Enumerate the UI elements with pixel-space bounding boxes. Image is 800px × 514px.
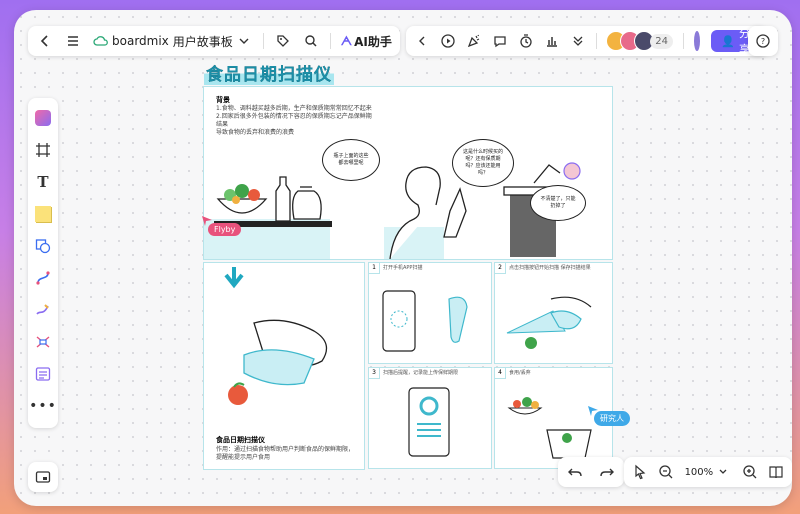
thought-bubble-text: 瓶子上面的这些都去哪里呢	[333, 153, 369, 166]
zoom-level[interactable]: 100%	[685, 467, 714, 478]
collaborator-cursor-tag: Flyby	[208, 223, 242, 236]
question-bubble: 这是什么时候买的呢？还有保质期吗？应该还能用吗？	[452, 139, 514, 187]
cloud-saved-icon	[92, 32, 110, 50]
app-window: boardmix 用户故事板 ᗅ AI助手 24 👤 分享 ? T ••• 食品…	[14, 10, 792, 506]
shape-icon	[35, 239, 51, 254]
chevron-left-icon[interactable]	[414, 32, 430, 50]
divider	[329, 33, 331, 49]
storyboard-panel-3[interactable]: 3 扫描后提醒，记录能上传保鲜期限	[368, 367, 492, 469]
book-icon[interactable]	[768, 463, 784, 481]
current-user-avatar[interactable]	[693, 30, 702, 52]
more-icon: •••	[29, 398, 57, 414]
templates-tool[interactable]	[28, 102, 58, 134]
mind-map-icon	[36, 336, 50, 348]
sticky-note-tool[interactable]	[28, 198, 58, 230]
top-left-toolbar: boardmix 用户故事板 ᗅ AI助手	[28, 26, 400, 56]
product-title: 食品日期扫描仪	[216, 436, 265, 444]
comment-icon[interactable]	[492, 32, 508, 50]
chevron-down-icon[interactable]	[715, 463, 731, 481]
play-icon[interactable]	[440, 32, 456, 50]
add-user-icon: 👤	[721, 34, 735, 48]
answer-bubble-text: 不清楚了，只能扔掉了	[540, 196, 576, 209]
table-tool[interactable]	[28, 358, 58, 390]
brand-name: boardmix	[112, 34, 169, 48]
help-icon: ?	[754, 32, 772, 50]
top-right-toolbar: 24 👤 分享	[406, 26, 768, 56]
history-toolbar	[558, 457, 624, 487]
divider	[262, 33, 264, 49]
phone-app-illustration	[382, 290, 468, 352]
ai-assistant-label: AI助手	[354, 34, 392, 49]
vote-chart-icon[interactable]	[544, 32, 560, 50]
pen-tool[interactable]	[28, 294, 58, 326]
more-tools[interactable]: •••	[28, 390, 58, 422]
ai-assistant-button[interactable]: ᗅ AI助手	[341, 33, 392, 50]
double-chevron-down-icon[interactable]	[570, 32, 586, 50]
mind-map-tool[interactable]	[28, 326, 58, 358]
collaborator-count: 24	[650, 33, 674, 49]
board-title: 食品日期扫描仪	[204, 60, 334, 85]
zoom-toolbar: 100%	[624, 457, 792, 487]
celebrate-icon[interactable]	[466, 32, 482, 50]
ai-logo-icon: ᗅ	[340, 33, 353, 48]
product-description: 作用：通过扫描食物帮助用户判断食品的保鲜期限，提醒能提示用户食用	[216, 446, 355, 461]
connector-tool[interactable]	[28, 262, 58, 294]
kitchen-illustration	[204, 162, 581, 259]
search-icon[interactable]	[302, 32, 320, 50]
background-panel[interactable]: 背景 1.食物、调料越买越多后期，生产和保质期常常回忆不起来 2.回家后很多外包…	[203, 86, 613, 260]
frame-tool[interactable]	[28, 134, 58, 166]
collaborator-avatars[interactable]: 24	[606, 31, 674, 51]
select-cursor-icon[interactable]	[632, 463, 648, 481]
timer-icon[interactable]	[518, 32, 534, 50]
tag-icon[interactable]	[274, 32, 292, 50]
minimap-icon	[35, 471, 51, 483]
text-tool[interactable]: T	[28, 166, 58, 198]
redo-icon[interactable]	[598, 463, 616, 481]
storyboard-panel-2[interactable]: 2 点击扫描按钮开始扫描 保存扫描结果	[494, 262, 613, 364]
text-icon: T	[37, 173, 49, 191]
undo-icon[interactable]	[566, 463, 584, 481]
frame-icon	[36, 143, 50, 157]
thought-bubble: 瓶子上面的这些都去哪里呢	[322, 139, 380, 181]
svg-text:?: ?	[761, 37, 765, 46]
file-name[interactable]: 用户故事板	[173, 33, 233, 50]
answer-bubble: 不清楚了，只能扔掉了	[530, 185, 586, 221]
scanning-illustration	[506, 296, 592, 349]
templates-icon	[35, 110, 51, 126]
connector-icon	[36, 271, 50, 285]
table-icon	[35, 367, 51, 381]
menu-icon[interactable]	[64, 32, 82, 50]
sticky-note-icon	[35, 206, 51, 222]
product-illustration	[224, 267, 328, 405]
zoom-out-icon[interactable]	[658, 463, 674, 481]
collaborator-cursor-tag: 研究人	[594, 411, 630, 426]
minimap-button[interactable]	[28, 462, 58, 492]
pen-icon	[36, 304, 49, 315]
storyboard-panel-1[interactable]: 1 打开手机APP扫描	[368, 262, 492, 364]
shape-tool[interactable]	[28, 230, 58, 262]
product-panel[interactable]: 食品日期扫描仪 作用：通过扫描食物帮助用户判断食品的保鲜期限，提醒能提示用户食用	[203, 262, 365, 470]
question-bubble-text: 这是什么时候买的呢？还有保质期吗？应该还能用吗？	[462, 149, 503, 176]
back-icon[interactable]	[36, 32, 54, 50]
help-button[interactable]: ?	[748, 26, 778, 56]
left-toolbar: T •••	[28, 98, 58, 428]
zoom-in-icon[interactable]	[741, 463, 757, 481]
result-illustration	[408, 387, 450, 457]
chevron-down-icon[interactable]	[235, 32, 253, 50]
